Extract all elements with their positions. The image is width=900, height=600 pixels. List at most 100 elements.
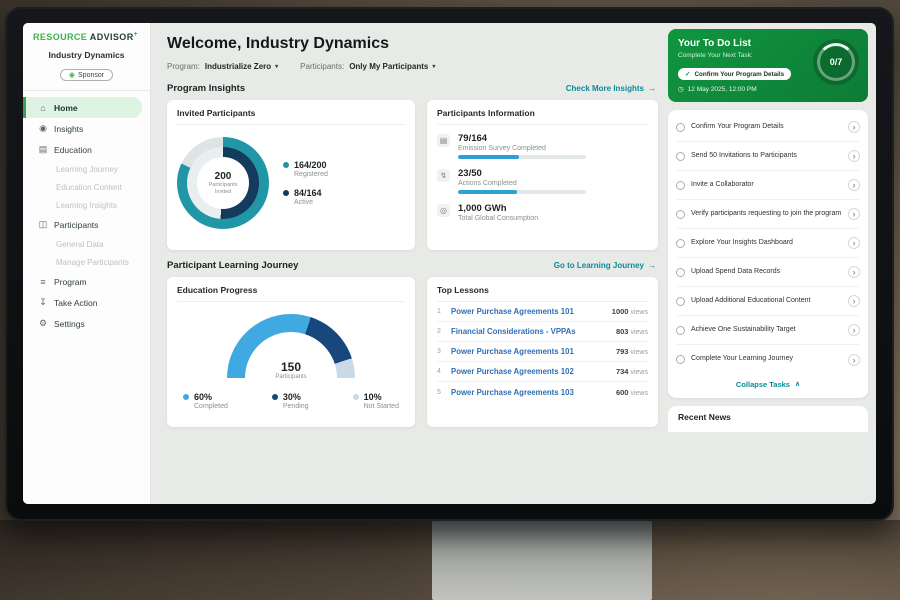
task-checkbox[interactable] [676,123,685,132]
sidebar: RESOURCE ADVISOR+ Industry Dynamics ◉ Sp… [23,23,151,504]
task-row[interactable]: Achieve One Sustainability Target › [676,316,860,345]
sidebar-item-learning-journey[interactable]: Learning Journey [23,160,142,178]
sidebar-item-label: Education [54,145,92,155]
todo-due-row: ◷ 12 May 2025, 12:00 PM [678,85,858,93]
todo-progress-ring-inner: 0/7 [817,43,855,81]
task-checkbox[interactable] [676,239,685,248]
todo-summary-card: 0/7 Your To Do List Complete Your Next T… [668,29,868,102]
participants-select[interactable]: Only My Participants ▾ [349,62,435,71]
lesson-link[interactable]: Financial Considerations - VPPAs [451,327,609,336]
sidebar-item-learning-insights[interactable]: Learning Insights [23,196,142,214]
lesson-rank: 2 [437,328,444,335]
sidebar-item-education[interactable]: ▤ Education [23,139,142,160]
stat-row-consumption: ◎ 1,000 GWh Total Global Consumption [437,203,648,225]
chevron-right-icon[interactable]: › [848,150,860,162]
learning-journey-header: Participant Learning Journey Go to Learn… [167,260,656,271]
chevron-right-icon[interactable]: › [848,295,860,307]
sidebar-item-label: Settings [54,319,85,329]
lesson-views: 1000views [612,307,648,316]
program-filter-label: Program: [167,62,200,71]
people-icon: ◫ [38,219,48,230]
task-row[interactable]: Send 50 Invitations to Participants › [676,142,860,171]
education-gauge-chart: 150 Participants [227,314,355,380]
sidebar-item-education-content[interactable]: Education Content [23,178,142,196]
task-row[interactable]: Upload Spend Data Records › [676,258,860,287]
sidebar-item-home[interactable]: ⌂ Home [23,97,142,118]
chevron-right-icon[interactable]: › [848,237,860,249]
donut-center-label: Participants Invited [203,182,243,195]
chevron-right-icon[interactable]: › [848,324,860,336]
task-row[interactable]: Upload Additional Educational Content › [676,287,860,316]
pending-value: 30% [283,392,309,402]
lesson-row[interactable]: 3 Power Purchase Agreements 101 793views [437,342,648,362]
task-checkbox[interactable] [676,355,685,364]
org-name: Industry Dynamics [29,50,144,60]
task-list-card: Confirm Your Program Details › Send 50 I… [668,110,868,398]
go-to-learning-journey-link[interactable]: Go to Learning Journey → [554,261,656,270]
sidebar-item-manage-participants[interactable]: Manage Participants [23,253,142,271]
sidebar-item-program[interactable]: ≡ Program [23,271,142,292]
task-checkbox[interactable] [676,152,685,161]
task-checkbox[interactable] [676,268,685,277]
sidebar-item-take-action[interactable]: ↧ Take Action [23,292,142,313]
lesson-link[interactable]: Power Purchase Agreements 102 [451,367,609,376]
completed-value: 60% [194,392,228,402]
task-checkbox[interactable] [676,181,685,190]
donut-center-value: 200 [215,171,232,182]
chevron-right-icon[interactable]: › [848,208,860,220]
lesson-link[interactable]: Power Purchase Agreements 103 [451,388,609,397]
lesson-row[interactable]: 5 Power Purchase Agreements 103 600views [437,382,648,402]
chevron-right-icon[interactable]: › [848,121,860,133]
not-started-value: 10% [364,392,399,402]
registered-value: 164/200 [294,160,328,170]
insights-cards-row: Invited Participants 200 Participants In… [167,100,658,250]
lesson-link[interactable]: Power Purchase Agreements 101 [451,347,609,356]
lesson-views: 803views [616,327,648,336]
pending-dot [272,394,278,400]
task-checkbox[interactable] [676,297,685,306]
progress-bar [458,155,586,159]
recent-news-title: Recent News [678,412,858,422]
list-icon: ≡ [38,277,48,287]
section-title: Program Insights [167,83,245,94]
todo-progress-count: 0/7 [830,57,843,67]
participants-information-card: Participants Information ▤ 79/164 Emissi… [427,100,658,250]
task-row[interactable]: Invite a Collaborator › [676,171,860,200]
sidebar-item-insights[interactable]: ◉ Insights [23,118,142,139]
legend-item-registered: 164/200 Registered [283,160,328,178]
active-label: Active [294,199,322,206]
lesson-link[interactable]: Power Purchase Agreements 101 [451,307,605,316]
task-checkbox[interactable] [676,210,685,219]
sponsor-badge[interactable]: ◉ Sponsor [60,69,113,81]
collapse-tasks-button[interactable]: Collapse Tasks ∧ [676,374,860,394]
lesson-row[interactable]: 2 Financial Considerations - VPPAs 803vi… [437,322,648,342]
task-row[interactable]: Explore Your Insights Dashboard › [676,229,860,258]
program-insights-header: Program Insights Check More Insights → [167,83,656,94]
lesson-row[interactable]: 1 Power Purchase Agreements 101 1000view… [437,302,648,322]
top-lessons-card: Top Lessons 1 Power Purchase Agreements … [427,277,658,427]
program-select[interactable]: Industrialize Zero ▾ [205,62,278,71]
check-more-insights-link[interactable]: Check More Insights → [566,84,656,93]
download-icon: ↧ [38,297,48,308]
sidebar-item-general-data[interactable]: General Data [23,235,142,253]
gauge-center: 150 Participants [227,360,355,380]
chevron-right-icon[interactable]: › [848,354,860,366]
task-row[interactable]: Verify participants requesting to join t… [676,200,860,229]
sidebar-item-participants[interactable]: ◫ Participants [23,214,142,235]
task-row[interactable]: Confirm Your Program Details › [676,113,860,142]
participants-filter: Participants: Only My Participants ▾ [300,62,435,71]
lesson-row[interactable]: 4 Power Purchase Agreements 102 734views [437,362,648,382]
bulb-icon: ◉ [38,123,48,134]
sidebar-item-settings[interactable]: ⚙ Settings [23,313,142,334]
gauge-center-value: 150 [227,360,355,374]
chevron-right-icon[interactable]: › [848,179,860,191]
chevron-right-icon[interactable]: › [848,266,860,278]
next-task-pill[interactable]: ✓ Confirm Your Program Details [678,68,791,80]
task-row[interactable]: Complete Your Learning Journey › [676,345,860,374]
journey-cards-row: Education Progress 150 Participants [167,277,658,427]
photo-background: RESOURCE ADVISOR+ Industry Dynamics ◉ Sp… [0,0,900,600]
completed-label: Completed [194,403,228,410]
chevron-down-icon: ▾ [432,63,435,70]
check-icon: ✓ [685,70,690,78]
task-checkbox[interactable] [676,326,685,335]
